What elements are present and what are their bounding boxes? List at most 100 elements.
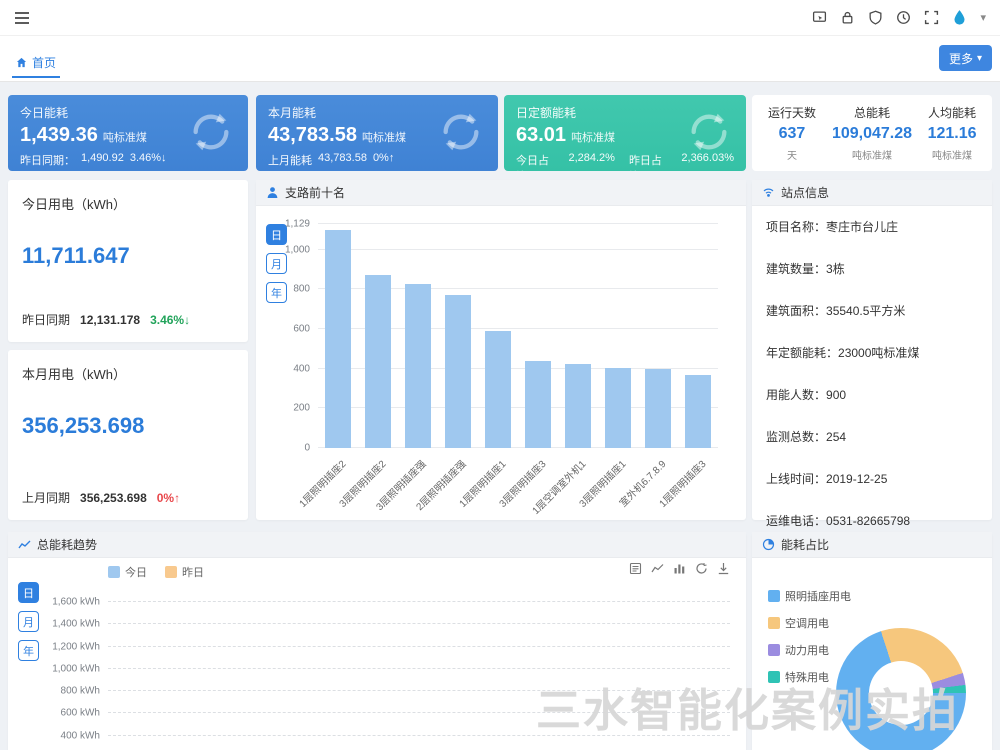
pie-icon <box>762 538 775 551</box>
legend-item-hvac[interactable]: 空调用电 <box>768 615 851 631</box>
stat-label: 总能耗 <box>854 104 890 121</box>
lock-icon[interactable] <box>840 10 855 25</box>
branch-bar <box>485 331 511 448</box>
energy-share-panel: 能耗占比 照明插座用电 空调用电 动力用电 特殊用电 <box>752 532 992 750</box>
tab-home-label: 首页 <box>32 54 56 71</box>
panel-title: 支路前十名 <box>285 184 345 201</box>
bar-chart-icon[interactable] <box>673 562 686 575</box>
legend-label: 昨日 <box>182 564 204 580</box>
panel-header: 能耗占比 <box>752 532 992 558</box>
branch-x-axis: 1层照明插座23层照明插座23层照明插座强2层照明插座强1层照明插座13层照明插… <box>318 452 718 514</box>
more-button-label: 更多 <box>949 50 973 67</box>
legend-item-power[interactable]: 动力用电 <box>768 642 851 658</box>
legend-label: 今日 <box>125 564 147 580</box>
trend-legend: 今日 昨日 <box>108 564 204 580</box>
kpi-unit: 吨标准煤 <box>103 132 147 144</box>
branch-bar-chart <box>318 224 718 448</box>
info-row: 建筑数量：3栋 <box>766 260 978 277</box>
tab-home[interactable]: 首页 <box>12 48 60 78</box>
chart-toolbar <box>629 562 730 575</box>
person-icon <box>266 186 279 199</box>
branch-bar <box>685 375 711 448</box>
data-view-icon[interactable] <box>629 562 642 575</box>
legend-swatch <box>768 617 780 629</box>
branch-y-axis: 1,1291,0008006004002000 <box>256 224 314 448</box>
site-info-panel: 站点信息 项目名称：枣庄市台儿庄 建筑数量：3栋 建筑面积：35540.5平方米… <box>752 180 992 520</box>
refresh-cycle-icon <box>438 109 484 160</box>
stat-unit: 天 <box>787 147 797 162</box>
legend-swatch <box>768 671 780 683</box>
monitor-cursor-icon[interactable] <box>812 10 827 25</box>
power-footer: 上月同期 356,253.698 0%↑ <box>22 489 180 506</box>
info-row: 监测总数：254 <box>766 428 978 445</box>
legend-item-lighting[interactable]: 照明插座用电 <box>768 588 851 604</box>
shield-icon[interactable] <box>868 10 883 25</box>
kpi-card-daily-quota-energy: 日定额能耗 63.01吨标准煤 今日占比：2,284.2% 昨日占比：2,366… <box>504 95 746 171</box>
dashboard-screen: ▾ 首页 更多 ▾ 今日能耗 1,439.36吨标准煤 昨日同期：1,490.9… <box>0 0 1000 750</box>
trend-bar-chart <box>108 580 730 750</box>
refresh-cycle-icon <box>686 109 732 160</box>
legend-swatch <box>768 590 780 602</box>
trend-y-axis: 0 kWh200 kWh400 kWh600 kWh800 kWh1,000 k… <box>8 580 104 750</box>
donut-hole <box>869 661 933 725</box>
stat-unit: 吨标准煤 <box>852 147 892 162</box>
topbar: ▾ <box>0 0 1000 36</box>
stat-label: 人均能耗 <box>928 104 976 121</box>
chevron-down-icon[interactable]: ▾ <box>980 11 986 24</box>
branch-bar <box>365 275 391 448</box>
trend-line-icon <box>18 538 31 551</box>
kpi-unit: 吨标准煤 <box>571 132 615 144</box>
info-row: 建筑面积：35540.5平方米 <box>766 302 978 319</box>
legend-item-today[interactable]: 今日 <box>108 564 147 580</box>
kpi-card-month-energy: 本月能耗 43,783.58吨标准煤 上月能耗43,783.580%↑ <box>256 95 498 171</box>
power-value: 11,711.647 <box>8 213 248 269</box>
info-row: 运维电话：0531-82665798 <box>766 512 978 529</box>
tabstrip: 首页 更多 ▾ <box>0 36 1000 82</box>
panel-header: 支路前十名 <box>256 180 746 206</box>
panel-title: 能耗占比 <box>781 536 829 553</box>
legend-label: 动力用电 <box>785 642 829 658</box>
kpi-card-today-energy: 今日能耗 1,439.36吨标准煤 昨日同期：1,490.923.46%↓ <box>8 95 248 171</box>
stat-label: 运行天数 <box>768 104 816 121</box>
legend-label: 照明插座用电 <box>785 588 851 604</box>
refresh-icon[interactable] <box>695 562 708 575</box>
fullscreen-icon[interactable] <box>924 10 939 25</box>
card-title: 今日用电（kWh） <box>8 180 248 213</box>
energy-trend-panel: 总能耗趋势 今日 昨日 日 月 年 0 kWh200 kWh400 kWh600… <box>8 532 746 750</box>
info-row: 用能人数：900 <box>766 386 978 403</box>
info-row: 项目名称：枣庄市台儿庄 <box>766 218 978 235</box>
panel-header: 站点信息 <box>752 180 992 206</box>
chevron-down-icon: ▾ <box>977 53 982 64</box>
branch-top10-panel: 支路前十名 日 月 年 1,1291,0008006004002000 1层照明… <box>256 180 746 520</box>
download-icon[interactable] <box>717 562 730 575</box>
panel-title: 总能耗趋势 <box>37 536 97 553</box>
stat-running-days: 运行天数 637 天 <box>752 95 832 171</box>
legend-swatch <box>165 566 177 578</box>
hamburger-menu-icon[interactable] <box>14 11 30 25</box>
power-footer: 昨日同期 12,131.178 3.46%↓ <box>22 311 190 328</box>
water-drop-icon[interactable] <box>952 9 967 26</box>
branch-bar <box>525 361 551 448</box>
more-button[interactable]: 更多 ▾ <box>939 45 992 71</box>
legend-item-yesterday[interactable]: 昨日 <box>165 564 204 580</box>
signal-icon <box>762 186 775 199</box>
delta-up: 0%↑ <box>157 491 180 505</box>
delta-down: 3.46%↓ <box>150 313 190 327</box>
month-power-card: 本月用电（kWh） 356,253.698 上月同期 356,253.698 0… <box>8 350 248 520</box>
branch-bar <box>645 369 671 448</box>
info-row: 年定额能耗：23000吨标准煤 <box>766 344 978 361</box>
kpi-unit: 吨标准煤 <box>362 132 406 144</box>
branch-bar <box>405 284 431 448</box>
home-icon <box>16 57 27 68</box>
power-value: 356,253.698 <box>8 383 248 439</box>
line-chart-icon[interactable] <box>651 562 664 575</box>
panel-title: 站点信息 <box>781 184 829 201</box>
stat-per-capita-energy: 人均能耗 121.16 吨标准煤 <box>912 95 992 171</box>
legend-swatch <box>108 566 120 578</box>
today-power-card: 今日用电（kWh） 11,711.647 昨日同期 12,131.178 3.4… <box>8 180 248 342</box>
card-title: 本月用电（kWh） <box>8 350 248 383</box>
branch-bar <box>445 295 471 448</box>
legend-label: 特殊用电 <box>785 669 829 685</box>
clock-icon[interactable] <box>896 10 911 25</box>
branch-bar <box>325 230 351 448</box>
